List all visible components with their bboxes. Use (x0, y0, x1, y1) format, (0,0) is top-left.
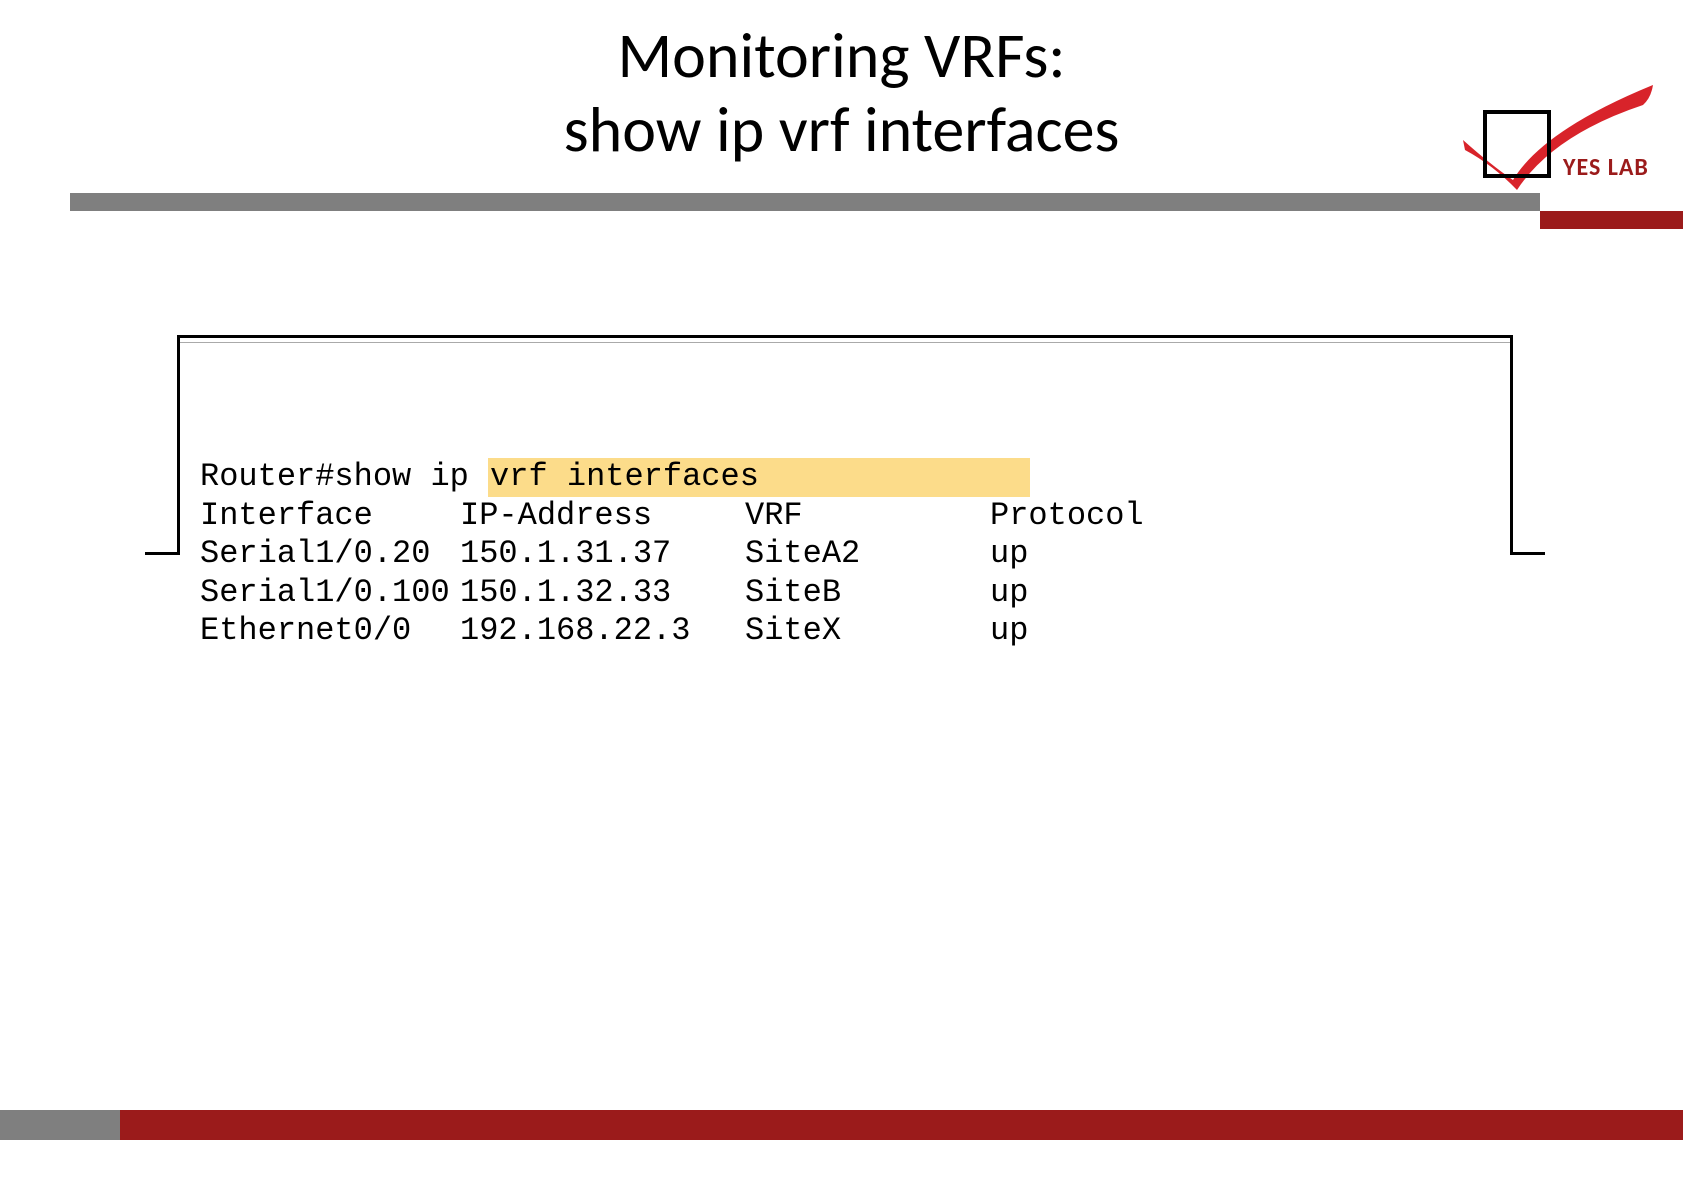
header-divider (70, 193, 1683, 211)
cell-interface: Serial1/0.20 (200, 535, 460, 573)
cell-protocol: up (990, 535, 1028, 573)
cell-vrf: SiteB (745, 574, 990, 612)
header-ip: IP-Address (460, 497, 745, 535)
logo-text: YES LAB (1563, 153, 1649, 182)
red-bar (1540, 211, 1683, 229)
cell-ip: 150.1.32.33 (460, 574, 745, 612)
table-row: Ethernet0/0192.168.22.3SiteXup (200, 612, 1028, 650)
cell-protocol: up (990, 574, 1028, 612)
cell-vrf: SiteX (745, 612, 990, 650)
cli-prompt: Router#show ip (200, 458, 488, 495)
table-row: Serial1/0.20150.1.31.37SiteA2up (200, 535, 1028, 573)
header-vrf: VRF (745, 497, 990, 535)
footer-divider (0, 1110, 1683, 1140)
cell-protocol: up (990, 612, 1028, 650)
header-interface: Interface (200, 497, 460, 535)
cell-ip: 150.1.31.37 (460, 535, 745, 573)
gray-bar (70, 193, 1540, 211)
logo-box-icon (1483, 110, 1551, 178)
cell-vrf: SiteA2 (745, 535, 990, 573)
logo: YES LAB (1413, 70, 1673, 210)
cell-ip: 192.168.22.3 (460, 612, 745, 650)
header-protocol: Protocol (990, 497, 1144, 535)
footer-gray-bar (0, 1110, 120, 1140)
cli-text-block: Router#show ip vrf interfaces InterfaceI… (200, 420, 1144, 650)
cli-highlight: vrf interfaces (488, 458, 1030, 496)
cell-interface: Ethernet0/0 (200, 612, 460, 650)
footer-red-bar (120, 1110, 1683, 1140)
cell-interface: Serial1/0.100 (200, 574, 460, 612)
cli-output: Router#show ip vrf interfaces InterfaceI… (145, 335, 1545, 560)
table-row: Serial1/0.100150.1.32.33SiteBup (200, 574, 1028, 612)
